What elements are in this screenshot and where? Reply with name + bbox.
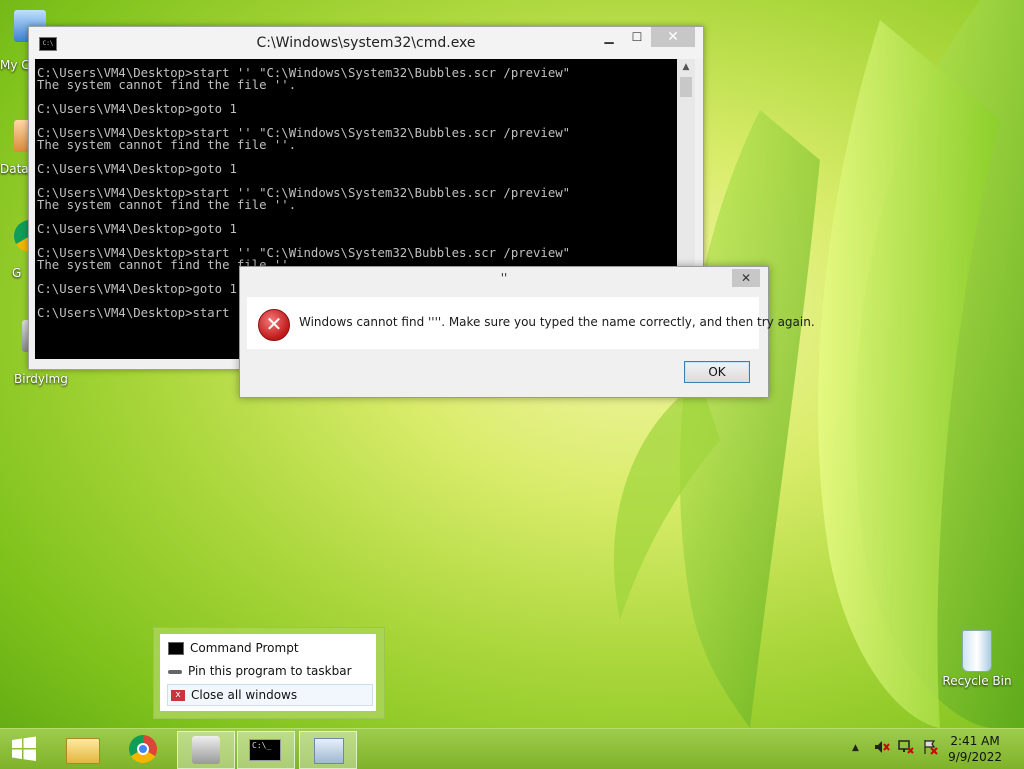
jump-item-close-all-windows[interactable]: x Close all windows xyxy=(167,684,373,706)
file-explorer-icon xyxy=(66,738,100,764)
desktop-icon-label: BirdyImg xyxy=(14,372,68,386)
desktop-icon-label: G xyxy=(12,266,22,280)
start-icon xyxy=(12,736,36,761)
taskbar-cmd[interactable]: C:\_ xyxy=(237,731,295,769)
jump-list-panel: Command Prompt Pin this program to taskb… xyxy=(160,634,376,711)
action-center-icon[interactable] xyxy=(922,739,938,758)
desktop-icon-label: Data xyxy=(0,162,29,176)
jump-item-label: Close all windows xyxy=(191,688,298,702)
desktop-icon-label: Recycle Bin xyxy=(942,674,1012,688)
chrome-icon xyxy=(129,735,157,763)
cmd-icon: C:\_ xyxy=(249,739,281,761)
pin-icon xyxy=(168,669,182,674)
jump-item-pin-to-taskbar[interactable]: Pin this program to taskbar xyxy=(168,661,372,681)
volume-muted-icon[interactable] xyxy=(874,739,890,753)
close-icon: x xyxy=(171,690,185,701)
taskbar-file-explorer[interactable] xyxy=(54,731,110,767)
network-icon[interactable] xyxy=(898,739,914,758)
taskbar-monitor-app[interactable] xyxy=(299,731,357,769)
taskbar: C:\_ ▲ 2:41 AM 9/9/2022 xyxy=(0,728,1024,769)
close-button[interactable]: ✕ xyxy=(651,27,695,47)
jump-item-label: Pin this program to taskbar xyxy=(188,664,352,678)
clock-time: 2:41 AM xyxy=(950,734,1000,748)
dialog-titlebar[interactable]: '' ✕ xyxy=(240,267,768,297)
clock-date: 9/9/2022 xyxy=(948,750,1002,764)
desktop-icon-label: My C xyxy=(0,58,30,72)
jump-item-label: Command Prompt xyxy=(190,641,299,655)
taskbar-jump-list: Command Prompt Pin this program to taskb… xyxy=(153,627,385,719)
dialog-body: ✕ Windows cannot find ''''. Make sure yo… xyxy=(247,297,815,349)
dialog-close-button[interactable]: ✕ xyxy=(732,269,760,287)
cmd-titlebar[interactable]: C:\ C:\Windows\system32\cmd.exe ▁ ☐ ✕ xyxy=(29,27,703,59)
error-icon: ✕ xyxy=(258,309,290,341)
error-dialog[interactable]: '' ✕ ✕ Windows cannot find ''''. Make su… xyxy=(239,266,815,398)
error-message: Windows cannot find ''''. Make sure you … xyxy=(299,315,815,329)
cmd-icon xyxy=(168,642,184,655)
start-button[interactable] xyxy=(0,731,48,767)
show-hidden-icons-button[interactable]: ▲ xyxy=(852,743,859,753)
recycle-bin-icon xyxy=(962,630,992,672)
scroll-up-icon[interactable]: ▲ xyxy=(677,59,695,75)
taskbar-birdy[interactable] xyxy=(177,731,235,769)
desktop-icon-recycle-bin[interactable]: Recycle Bin xyxy=(942,630,1012,688)
maximize-button[interactable]: ☐ xyxy=(623,27,651,47)
ok-button[interactable]: OK xyxy=(684,361,750,383)
system-clock[interactable]: 2:41 AM 9/9/2022 xyxy=(948,733,1002,765)
scrollbar-thumb[interactable] xyxy=(680,77,692,97)
dialog-title: '' xyxy=(500,271,508,285)
birdy-icon xyxy=(192,736,220,764)
taskbar-chrome[interactable] xyxy=(116,731,172,767)
jump-item-command-prompt[interactable]: Command Prompt xyxy=(168,638,372,658)
monitor-app-icon xyxy=(314,738,344,764)
minimize-button[interactable]: ▁ xyxy=(595,27,623,47)
